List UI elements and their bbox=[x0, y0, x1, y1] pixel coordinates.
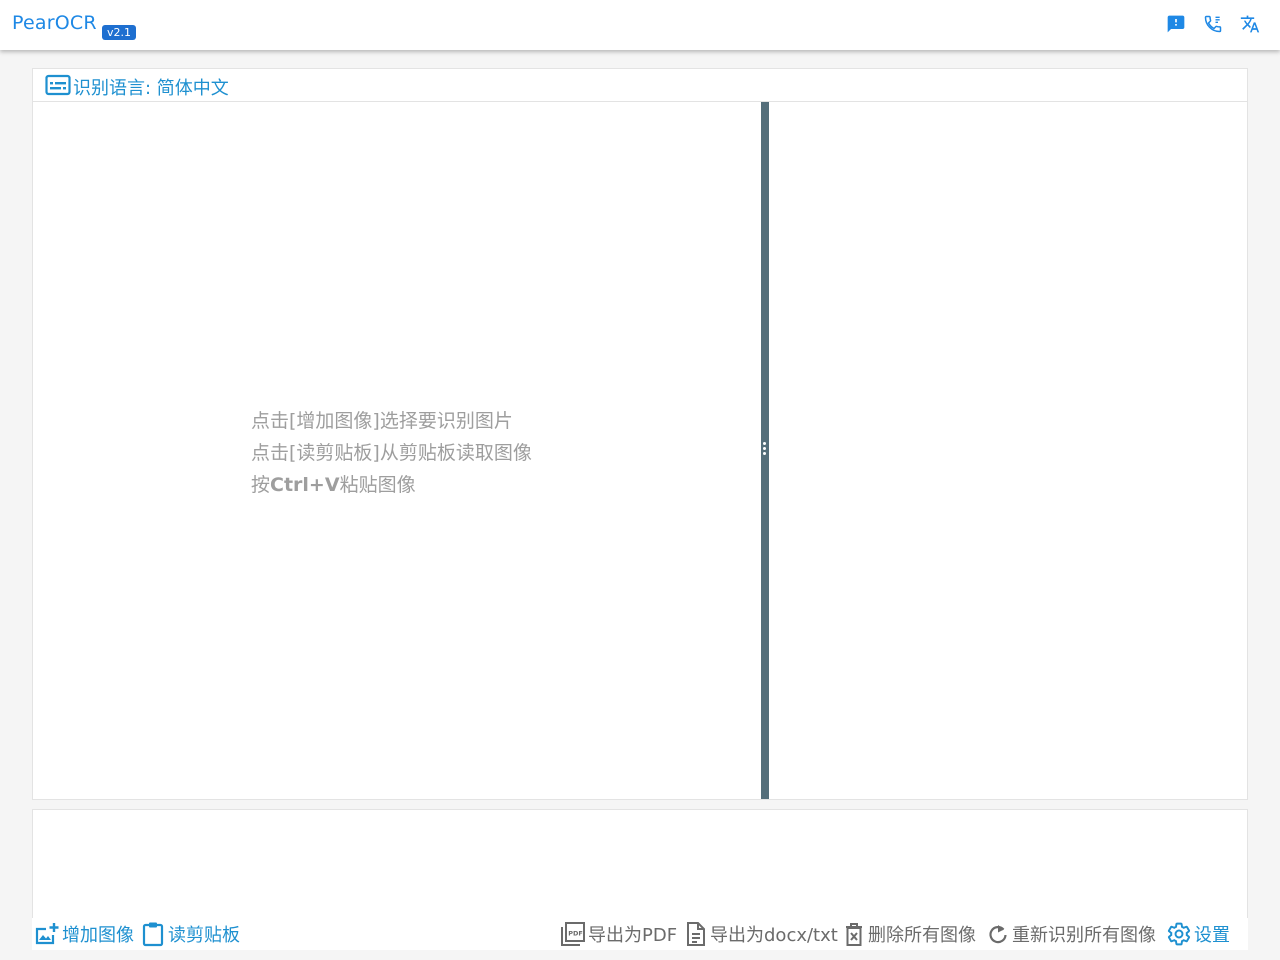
subtitles-icon[interactable] bbox=[45, 74, 71, 100]
language-selector[interactable]: 识别语言: 简体中文 bbox=[73, 74, 229, 100]
drag-handle-icon[interactable] bbox=[763, 442, 767, 457]
app-header: PearOCR v2.1 bbox=[0, 0, 1280, 50]
split-divider[interactable] bbox=[761, 102, 769, 799]
delete-icon bbox=[846, 923, 862, 946]
contact-phone-icon[interactable] bbox=[1203, 14, 1223, 34]
hint-add-image: 点击[增加图像]选择要识别图片 bbox=[251, 410, 513, 432]
add-image-label: 增加图像 bbox=[62, 925, 134, 946]
refresh-icon bbox=[989, 925, 1007, 944]
settings-label: 设置 bbox=[1194, 925, 1230, 946]
gear-icon bbox=[1167, 922, 1191, 946]
settings-button[interactable]: 设置 bbox=[1166, 921, 1230, 947]
translate-icon[interactable] bbox=[1240, 14, 1260, 34]
image-drop-area[interactable]: 点击[增加图像]选择要识别图片 点击[读剪贴板]从剪贴板读取图像 按Ctrl+V… bbox=[33, 102, 761, 799]
language-bar: 识别语言: 简体中文 bbox=[33, 69, 1247, 102]
export-pdf-label: 导出为PDF bbox=[588, 925, 678, 946]
feedback-icon[interactable] bbox=[1166, 14, 1186, 34]
thumbnail-strip[interactable] bbox=[32, 809, 1248, 919]
hint-paste-keys: Ctrl+V bbox=[270, 474, 340, 496]
version-badge: v2.1 bbox=[102, 25, 137, 40]
export-docx-label: 导出为docx/txt bbox=[710, 925, 838, 946]
app-title: PearOCR bbox=[12, 12, 97, 34]
hint-clipboard: 点击[读剪贴板]从剪贴板读取图像 bbox=[251, 442, 532, 464]
ocr-panel: 识别语言: 简体中文 点击[增加图像]选择要识别图片 点击[读剪贴板]从剪贴板读… bbox=[32, 68, 1248, 800]
read-clipboard-button[interactable]: 读剪贴板 bbox=[140, 921, 240, 947]
delete-all-label: 删除所有图像 bbox=[868, 925, 976, 946]
add-photo-icon bbox=[35, 923, 59, 945]
document-icon bbox=[687, 922, 705, 946]
clipboard-icon bbox=[142, 922, 164, 947]
bottom-toolbar: 增加图像 读剪贴板 PDF 导出为PDF 导出为docx/txt 删除所有图像 bbox=[32, 918, 1248, 950]
svg-text:PDF: PDF bbox=[568, 930, 583, 938]
delete-all-button[interactable]: 删除所有图像 bbox=[842, 921, 976, 947]
hint-paste-prefix: 按 bbox=[251, 474, 271, 496]
add-image-button[interactable]: 增加图像 bbox=[34, 921, 134, 947]
rerecognize-all-button[interactable]: 重新识别所有图像 bbox=[986, 921, 1156, 947]
result-text-area[interactable] bbox=[769, 102, 1247, 799]
export-pdf-button[interactable]: PDF 导出为PDF bbox=[560, 921, 677, 947]
read-clipboard-label: 读剪贴板 bbox=[168, 925, 240, 946]
export-docx-button[interactable]: 导出为docx/txt bbox=[684, 921, 838, 947]
hint-paste: 按Ctrl+V粘贴图像 bbox=[251, 470, 416, 497]
rerecognize-all-label: 重新识别所有图像 bbox=[1012, 925, 1156, 946]
pdf-icon: PDF bbox=[561, 922, 585, 946]
hint-paste-suffix: 粘贴图像 bbox=[339, 474, 416, 496]
